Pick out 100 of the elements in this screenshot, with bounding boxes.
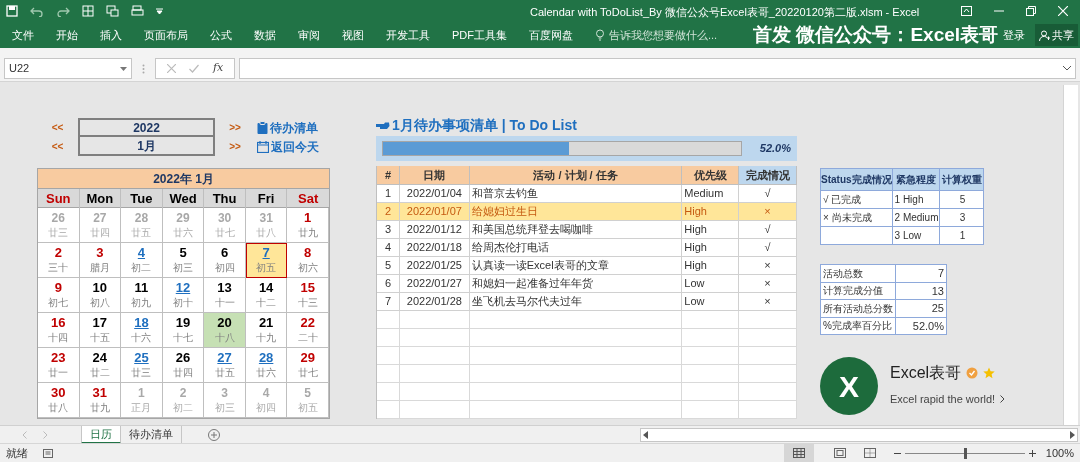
chevron-right-icon[interactable] <box>1000 395 1006 404</box>
share-button[interactable]: 共享 <box>1035 24 1078 46</box>
table-icon[interactable] <box>82 5 94 17</box>
table-row[interactable]: 1 2022/01/04 和普京去钓鱼 Medium √ <box>377 185 797 203</box>
ribbon-tab[interactable]: 文件 <box>12 26 34 44</box>
formula-input[interactable] <box>239 58 1076 79</box>
day-cell[interactable]: 8 初六 <box>287 243 329 278</box>
sheet-link[interactable]: 返回今天 <box>257 137 319 156</box>
day-cell[interactable]: 18 十六 <box>121 313 163 348</box>
day-number[interactable]: 25 <box>134 350 149 366</box>
close-icon[interactable] <box>1058 6 1068 16</box>
check-icon[interactable] <box>189 64 200 73</box>
ribbon-tab[interactable]: PDF工具集 <box>452 26 507 44</box>
dropdown-icon[interactable] <box>120 66 127 71</box>
next-button[interactable]: >> <box>215 120 255 135</box>
ribbon-tab[interactable]: 审阅 <box>298 26 320 44</box>
day-cell[interactable]: 1 廿九 <box>287 208 329 243</box>
scroll-right-icon[interactable] <box>1070 430 1075 439</box>
expand-icon[interactable] <box>1063 66 1071 71</box>
redo-icon[interactable] <box>56 5 70 17</box>
zoom-thumb[interactable] <box>963 447 967 459</box>
year-field[interactable]: 2022 <box>78 118 215 137</box>
table-row[interactable]: 3 2022/01/12 和美国总统拜登去喝咖啡 High √ <box>377 221 797 239</box>
previous-button[interactable]: << <box>37 120 78 135</box>
insert-function-button[interactable]: fx <box>212 60 224 77</box>
tell-me-field[interactable]: 告诉我您想要做什么... <box>595 26 718 44</box>
day-cell[interactable]: 6 初四 <box>204 243 246 278</box>
ribbon-tab[interactable]: 开始 <box>56 26 78 44</box>
ribbon-tab[interactable]: 视图 <box>342 26 364 44</box>
sign-in-button[interactable]: 登录 <box>1003 26 1025 44</box>
window-icon[interactable] <box>106 5 119 17</box>
name-box[interactable]: U22 <box>4 58 132 79</box>
save-icon[interactable] <box>6 5 18 17</box>
day-cell[interactable]: 13 十一 <box>204 278 246 313</box>
vertical-scrollbar[interactable] <box>1063 85 1078 425</box>
day-cell[interactable]: 27 廿五 <box>204 348 246 383</box>
day-cell[interactable]: 21 十九 <box>245 313 288 348</box>
scroll-left-icon[interactable] <box>643 430 648 439</box>
day-number[interactable]: 28 <box>258 350 274 366</box>
month-field[interactable]: 1月 <box>78 137 215 156</box>
table-row[interactable]: 7 2022/01/28 坐飞机去马尔代夫过年 Low × <box>377 293 797 311</box>
day-cell[interactable]: 23 廿一 <box>38 348 80 383</box>
day-cell[interactable]: 10 初八 <box>79 278 122 313</box>
day-cell[interactable]: 20 十八 <box>204 313 246 348</box>
zoom-in-icon[interactable] <box>1028 449 1036 457</box>
page-layout-icon[interactable] <box>833 448 846 458</box>
ribbon-tab[interactable]: 页面布局 <box>144 26 188 44</box>
ribbon-options-icon[interactable] <box>961 6 972 16</box>
day-cell[interactable]: 28 廿六 <box>245 348 288 383</box>
day-cell[interactable]: 19 十七 <box>162 313 205 348</box>
restore-icon[interactable] <box>1026 6 1036 16</box>
day-cell[interactable]: 5 初三 <box>162 243 205 278</box>
day-cell[interactable]: 25 廿三 <box>121 348 163 383</box>
ribbon-tab[interactable]: 插入 <box>100 26 122 44</box>
day-cell[interactable]: 14 十二 <box>245 278 288 313</box>
normal-view-button[interactable] <box>783 443 814 462</box>
day-cell[interactable]: 24 廿二 <box>79 348 122 383</box>
day-cell[interactable]: 26 廿四 <box>162 348 205 383</box>
day-cell[interactable]: 15 十三 <box>287 278 329 313</box>
zoom-slider[interactable] <box>904 447 1025 459</box>
ribbon-tab[interactable]: 数据 <box>254 26 276 44</box>
table-row[interactable]: 4 2022/01/18 给周杰伦打电话 High √ <box>377 239 797 257</box>
day-cell[interactable]: 3 腊月 <box>79 243 122 278</box>
day-number[interactable]: 27 <box>217 350 232 366</box>
previous-button[interactable]: << <box>37 139 78 154</box>
table-row[interactable]: 6 2022/01/27 和媳妇一起准备过年年货 Low × <box>377 275 797 293</box>
macro-record-icon[interactable] <box>43 447 54 459</box>
horizontal-scrollbar[interactable] <box>640 427 1078 442</box>
next-button[interactable]: >> <box>215 139 255 154</box>
day-cell[interactable]: 12 初十 <box>162 278 205 313</box>
day-cell[interactable]: 7 初五 <box>245 243 288 278</box>
day-cell[interactable]: 31 廿九 <box>79 383 122 418</box>
day-cell[interactable]: 29 廿七 <box>287 348 329 383</box>
sheet-link[interactable]: 待办清单 <box>257 118 318 137</box>
day-cell[interactable]: 17 十五 <box>79 313 122 348</box>
ribbon-tab[interactable]: 开发工具 <box>386 26 430 44</box>
day-cell[interactable]: 22 二十 <box>287 313 329 348</box>
customize-icon[interactable] <box>156 8 163 14</box>
zoom-level[interactable]: 100% <box>1045 444 1074 462</box>
lunar-date: 廿二 <box>89 366 110 380</box>
day-cell[interactable]: 11 初九 <box>121 278 163 313</box>
page-break-icon[interactable] <box>863 448 876 458</box>
table-row[interactable]: 5 2022/01/25 认真读一读Excel表哥的文章 High × <box>377 257 797 275</box>
undo-icon[interactable] <box>30 5 44 17</box>
day-number[interactable]: 12 <box>175 280 191 296</box>
day-number[interactable]: 4 <box>137 245 146 261</box>
ribbon-tab[interactable]: 百度网盘 <box>529 26 573 44</box>
day-cell[interactable]: 9 初七 <box>38 278 80 313</box>
sheet-tab[interactable]: 日历 <box>81 425 121 444</box>
day-cell[interactable]: 30 廿八 <box>38 383 80 418</box>
table-row[interactable]: 2 2022/01/07 给媳妇过生日 High × <box>377 203 797 221</box>
add-sheet-icon[interactable] <box>208 428 220 441</box>
day-cell[interactable]: 4 初二 <box>121 243 163 278</box>
day-number[interactable]: 7 <box>262 245 270 261</box>
printer-icon[interactable] <box>131 5 144 17</box>
day-cell[interactable]: 2 三十 <box>38 243 80 278</box>
day-number[interactable]: 18 <box>134 315 149 331</box>
ribbon-tab[interactable]: 公式 <box>210 26 232 44</box>
lunar-date: 三十 <box>48 261 69 275</box>
day-cell[interactable]: 16 十四 <box>38 313 80 348</box>
